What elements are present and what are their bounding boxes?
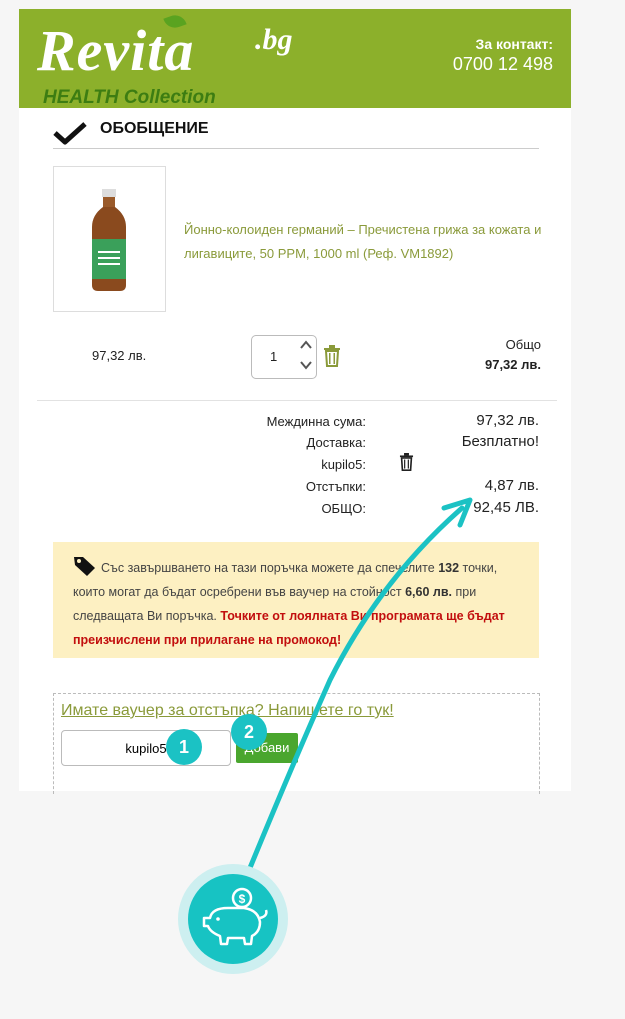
contact-phone[interactable]: 0700 12 498	[453, 54, 553, 75]
chevron-down-icon	[300, 361, 312, 370]
svg-text:$: $	[239, 892, 246, 906]
divider	[37, 400, 557, 401]
remove-coupon-button[interactable]	[399, 453, 414, 476]
subtotal-label: Междинна сума:	[266, 414, 366, 429]
bottle-icon	[92, 189, 126, 291]
loyalty-notice: Със завършването на тази поръчка можете …	[53, 542, 539, 658]
quantity-decrease-button[interactable]	[298, 358, 314, 376]
summary-heading: ОБОБЩЕНИЕ	[53, 118, 539, 149]
line-total-label: Общо	[505, 337, 541, 352]
add-voucher-button[interactable]: Добави	[236, 733, 298, 763]
loyalty-text: Със завършването на тази поръчка можете …	[73, 556, 518, 652]
loyalty-points: 132	[438, 561, 460, 575]
quantity-increase-button[interactable]	[298, 338, 314, 356]
voucher-link[interactable]: Имате ваучер за отстъпка? Напишете го ту…	[61, 702, 394, 720]
product-name-link[interactable]: Йонно-колоиден германий – Пречистена гри…	[184, 218, 544, 266]
summary-title: ОБОБЩЕНИЕ	[100, 120, 209, 137]
quantity-stepper[interactable]: 1	[251, 335, 317, 379]
trash-icon	[399, 453, 414, 471]
subtotal-value: 97,32 лв.	[476, 412, 539, 429]
line-total-value: 97,32 лв.	[484, 357, 541, 372]
site-header: Revita .bg HEALTH Collection За контакт:…	[19, 9, 571, 108]
checkout-card: Revita .bg HEALTH Collection За контакт:…	[19, 9, 571, 794]
product-image[interactable]	[53, 166, 166, 312]
loyalty-amount: 6,60 лв.	[405, 585, 453, 599]
checkmark-icon	[53, 122, 87, 145]
trash-icon	[324, 345, 340, 367]
contact-label: За контакт:	[475, 36, 553, 52]
quantity-value[interactable]: 1	[270, 349, 277, 364]
chevron-up-icon	[300, 340, 312, 349]
discount-label: Отстъпки:	[305, 479, 366, 494]
shipping-value: Безплатно!	[461, 433, 539, 450]
unit-price: 97,32 лв.	[92, 348, 147, 363]
logo-subtitle: HEALTH Collection	[43, 87, 216, 108]
discount-value: 4,87 лв.	[484, 477, 539, 494]
voucher-section: Имате ваучер за отстъпка? Напишете го ту…	[53, 693, 540, 794]
piggy-bank-icon: $	[202, 887, 268, 946]
remove-item-button[interactable]	[323, 345, 341, 372]
piggy-bank-button	[188, 874, 278, 964]
loyalty-text-1: Със завършването на тази поръчка можете …	[101, 561, 435, 575]
logo-domain: .bg	[255, 23, 293, 56]
grand-total-value: 92,45 ЛВ.	[473, 499, 539, 516]
coupon-label: kupilo5:	[321, 457, 366, 472]
piggy-halo	[178, 864, 288, 974]
voucher-input[interactable]	[61, 730, 231, 766]
shipping-label: Доставка:	[306, 435, 366, 450]
grand-total-label: ОБЩО:	[321, 501, 366, 516]
